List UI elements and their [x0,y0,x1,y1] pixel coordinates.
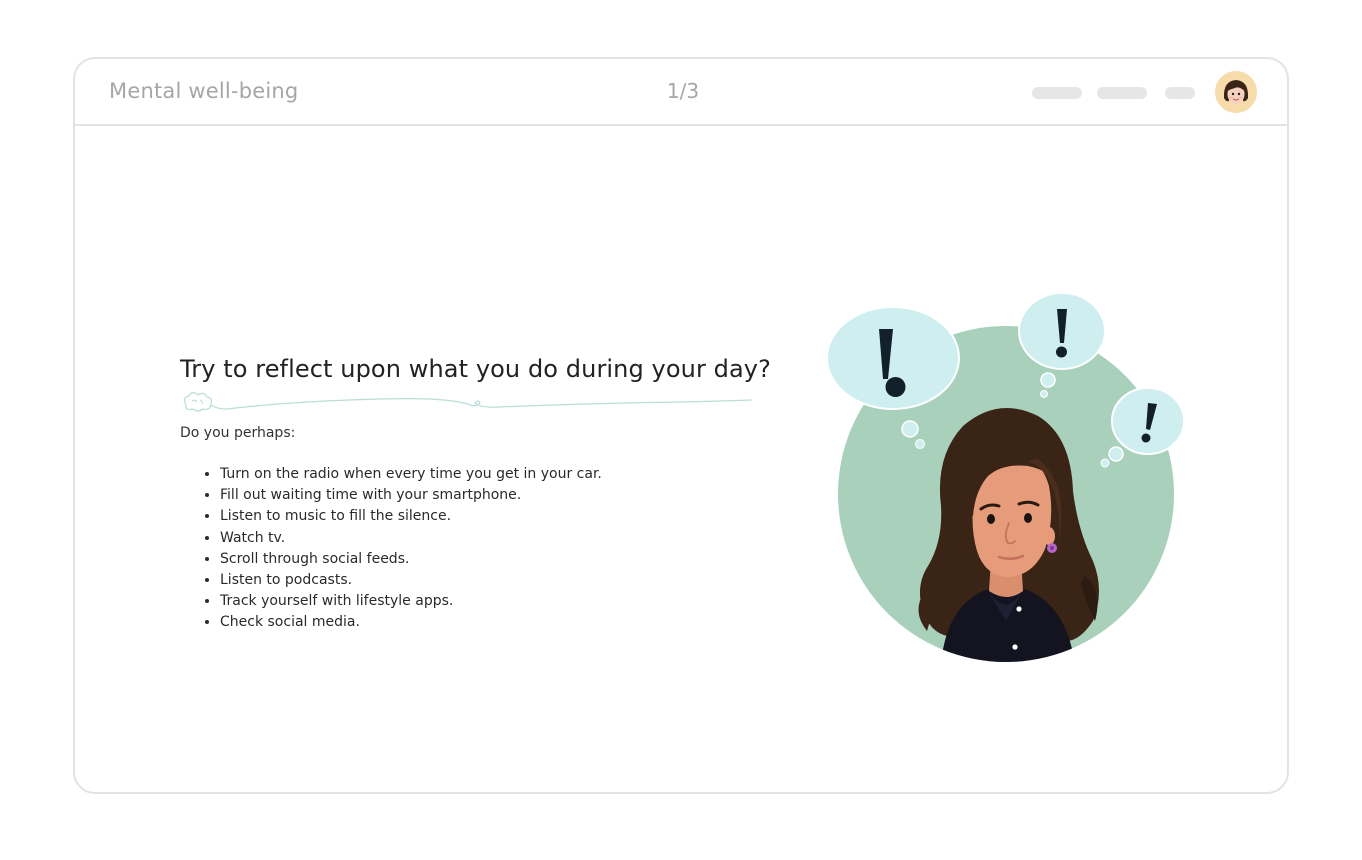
nav-placeholder-1[interactable] [1032,87,1082,99]
avatar-face-icon [1223,80,1249,104]
list-item: Track yourself with lifestyle apps. [220,591,602,612]
nav-placeholder-2[interactable] [1097,87,1147,99]
list-item: Scroll through social feeds. [220,549,602,570]
page-counter: 1/3 [666,79,700,103]
stressed-woman-illustration [826,292,1185,662]
app-title: Mental well-being [109,79,299,103]
app-window: Mental well-being 1/3 Try to reflect upo… [73,57,1289,794]
intro-text: Do you perhaps: [180,425,296,441]
list-item: Check social media. [220,612,602,633]
top-bar: Mental well-being 1/3 [75,59,1287,126]
nav-placeholder-3[interactable] [1165,87,1195,99]
list-item: Listen to music to fill the silence. [220,506,602,527]
list-item: Fill out waiting time with your smartpho… [220,485,602,506]
list-item: Listen to podcasts. [220,570,602,591]
list-item: Turn on the radio when every time you ge… [220,464,602,485]
list-item: Watch tv. [220,528,602,549]
tips-list: Turn on the radio when every time you ge… [180,464,602,634]
decorative-squiggle [183,392,753,412]
user-avatar[interactable] [1215,71,1257,113]
page-heading: Try to reflect upon what you do during y… [180,355,771,383]
